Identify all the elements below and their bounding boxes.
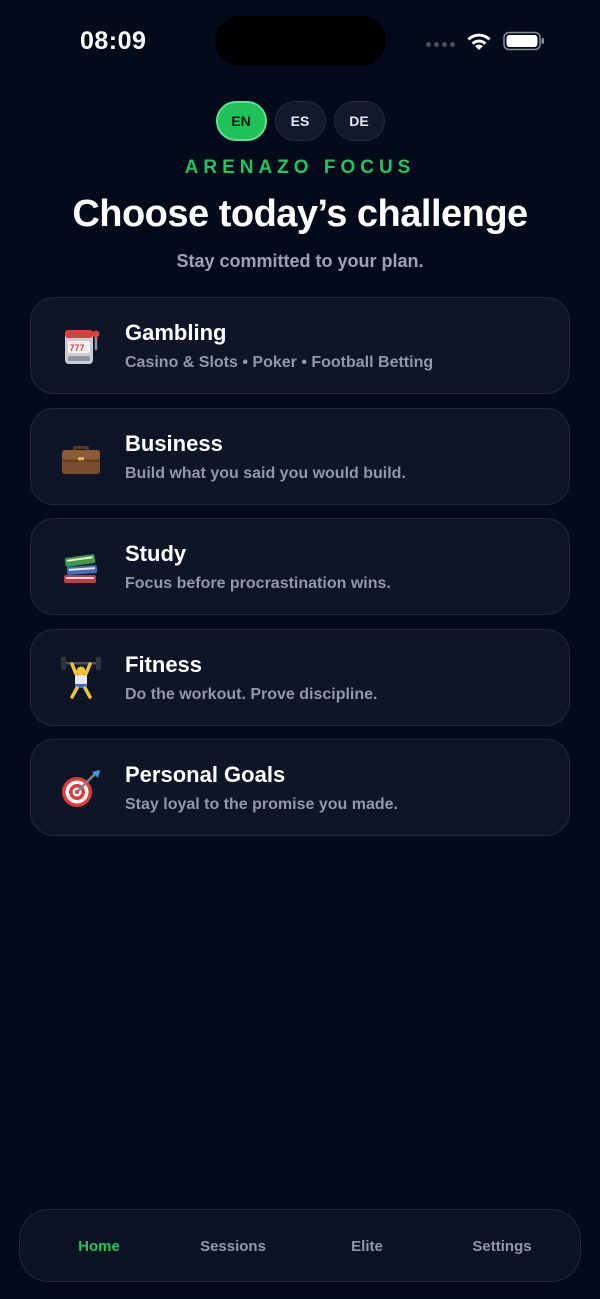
page-title: Choose today’s challenge — [72, 193, 528, 235]
page-subtitle: Stay committed to your plan. — [176, 251, 424, 271]
screen: 08:09 EN ES DE ARENAZO FOCUS Choose toda… — [0, 0, 600, 1299]
challenge-title: Personal Goals — [125, 762, 286, 787]
cellular-signal-icon — [426, 42, 455, 47]
books-icon — [58, 544, 104, 590]
language-selector: EN ES DE — [0, 101, 600, 141]
challenge-description: Build what you said you would build. — [125, 464, 406, 482]
challenge-title: Fitness — [125, 651, 203, 677]
challenge-description: Do the workout. Prove discipline. — [125, 685, 378, 703]
tab-sessions[interactable]: Sessions — [168, 1210, 298, 1283]
briefcase-icon — [58, 434, 104, 480]
challenge-card-fitness[interactable]: Fitness Do the workout. Prove discipline… — [30, 628, 570, 726]
tab-settings[interactable]: Settings — [437, 1210, 567, 1283]
battery-icon — [503, 31, 544, 51]
tab-home[interactable]: Home — [34, 1210, 164, 1283]
challenge-description: Focus before procrastination wins. — [125, 575, 391, 592]
challenge-title: Gambling — [125, 320, 227, 345]
language-en-button[interactable]: EN — [215, 101, 267, 141]
challenge-card-gambling[interactable]: 777 Gambling Casino & Slots • Poker • Fo… — [30, 297, 570, 394]
slot-machine-icon: 777 — [58, 323, 104, 369]
language-de-button[interactable]: DE — [333, 101, 385, 141]
brand-name: ARENAZO FOCUS — [184, 157, 416, 178]
svg-text:777: 777 — [70, 343, 85, 353]
challenge-description: Stay loyal to the promise you made. — [125, 796, 398, 813]
challenge-card-study[interactable]: Study Focus before procrastination wins. — [30, 518, 570, 615]
tab-elite[interactable]: Elite — [302, 1210, 432, 1283]
challenge-title: Business — [125, 430, 223, 456]
wifi-icon — [467, 33, 491, 50]
language-es-button[interactable]: ES — [274, 101, 326, 141]
tab-bar: Home Sessions Elite Settings — [19, 1209, 581, 1282]
challenge-title: Study — [125, 541, 187, 566]
status-time: 08:09 — [80, 27, 147, 55]
weightlifter-icon — [58, 655, 104, 701]
challenge-list: 777 Gambling Casino & Slots • Poker • Fo… — [30, 297, 570, 850]
target-dart-icon — [58, 765, 104, 811]
challenge-card-business[interactable]: Business Build what you said you would b… — [30, 407, 570, 505]
challenge-description: Casino & Slots • Poker • Football Bettin… — [125, 354, 434, 371]
dynamic-island — [215, 16, 386, 66]
challenge-card-personal-goals[interactable]: Personal Goals Stay loyal to the promise… — [30, 739, 570, 836]
